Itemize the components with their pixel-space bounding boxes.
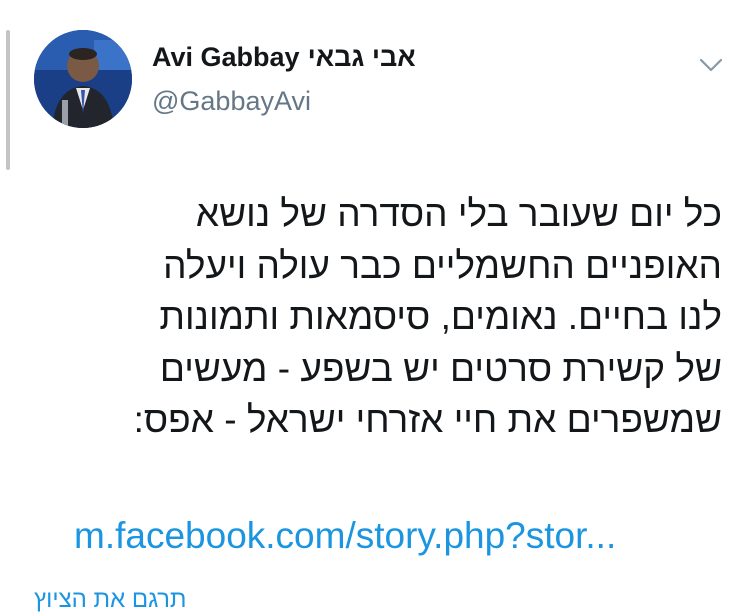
thread-line xyxy=(6,30,10,170)
avatar[interactable] xyxy=(34,30,132,128)
tweet-line: לנו בחיים. נאומים, סיסמאות ותמונות xyxy=(159,296,722,337)
tweet-line: של קשירת סרטים יש בשפע - מעשים xyxy=(159,347,722,389)
tweet-line: שמשפרים את חיי אזרחי ישראל - אפס: xyxy=(133,399,722,440)
author-name[interactable]: Avi Gabbay אבי גבאי xyxy=(152,42,416,73)
author-display-name-hebrew: אבי גבאי xyxy=(307,42,416,72)
author-display-name: Avi Gabbay xyxy=(152,42,300,72)
tweet-line: האופניים החשמליים כבר עולה ויעלה xyxy=(163,244,722,286)
avatar-image xyxy=(34,30,132,128)
tweet-menu-button[interactable] xyxy=(694,50,728,80)
author-handle[interactable]: @GabbayAvi xyxy=(152,86,311,117)
translate-tweet-link[interactable]: תרגם את הציוץ xyxy=(34,586,186,614)
chevron-down-icon xyxy=(699,58,723,72)
tweet-text: כל יום שעובר בלי הסדרה של נושא האופניים … xyxy=(32,188,722,446)
tweet-link[interactable]: m.facebook.com/story.php?stor... xyxy=(74,515,616,557)
tweet-line: כל יום שעובר בלי הסדרה של נושא xyxy=(195,193,722,234)
